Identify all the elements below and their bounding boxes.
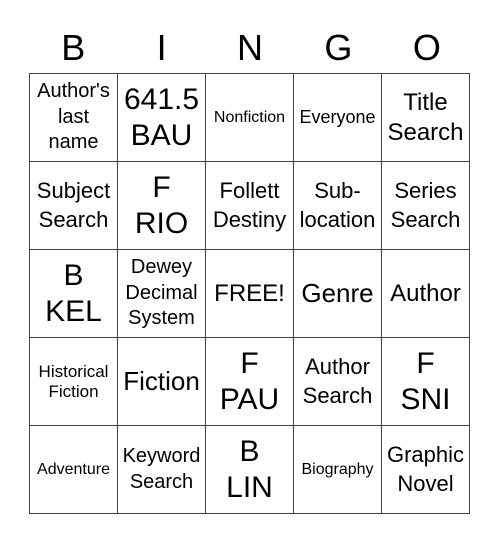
bingo-cell[interactable]: Follett Destiny bbox=[205, 161, 294, 250]
bingo-cell[interactable]: F RIO bbox=[117, 161, 206, 250]
bingo-cell[interactable]: Adventure bbox=[29, 425, 118, 514]
grid-row: Historical Fiction Fiction F PAU Author Sea… bbox=[29, 337, 470, 426]
bingo-cell[interactable]: F SNI bbox=[381, 337, 470, 426]
bingo-cell[interactable]: Fiction bbox=[117, 337, 206, 426]
header-letter-g: G bbox=[324, 27, 353, 68]
bingo-cell[interactable]: Sub- location bbox=[293, 161, 382, 250]
header-letter-i: I bbox=[156, 27, 167, 68]
grid-row: B KEL Dewey Decimal System FREE! Genre Autho… bbox=[29, 249, 470, 338]
bingo-cell[interactable]: Dewey Decimal System bbox=[117, 249, 206, 338]
bingo-cell[interactable]: Historical Fiction bbox=[29, 337, 118, 426]
bingo-grid: Author's last name 641.5 BAU Nonfiction Eve… bbox=[29, 73, 470, 514]
grid-row: Author's last name 641.5 BAU Nonfiction Eve… bbox=[29, 73, 470, 162]
bingo-cell[interactable]: 641.5 BAU bbox=[117, 73, 206, 162]
bingo-cell[interactable]: Author's last name bbox=[29, 73, 118, 162]
grid-row: Adventure Keyword Search B LIN Biography Gra… bbox=[29, 425, 470, 514]
bingo-cell[interactable]: Series Search bbox=[381, 161, 470, 250]
bingo-cell[interactable]: Author Search bbox=[293, 337, 382, 426]
bingo-cell[interactable]: Keyword Search bbox=[117, 425, 206, 514]
bingo-cell[interactable]: Nonfiction bbox=[205, 73, 294, 162]
bingo-cell[interactable]: Graphic Novel bbox=[381, 425, 470, 514]
bingo-cell[interactable]: Genre bbox=[293, 249, 382, 338]
bingo-header: B I N G O bbox=[29, 24, 471, 72]
bingo-cell[interactable]: B LIN bbox=[205, 425, 294, 514]
header-letter-b: B bbox=[61, 27, 86, 68]
bingo-cell[interactable]: Biography bbox=[293, 425, 382, 514]
bingo-cell[interactable]: FREE! bbox=[205, 249, 294, 338]
grid-row: Subject Search F RIO Follett Destiny Sub- l… bbox=[29, 161, 470, 250]
bingo-cell[interactable]: Title Search bbox=[381, 73, 470, 162]
header-letter-o: O bbox=[412, 27, 441, 68]
header-letter-n: N bbox=[237, 27, 264, 68]
bingo-cell[interactable]: B KEL bbox=[29, 249, 118, 338]
bingo-cell[interactable]: F PAU bbox=[205, 337, 294, 426]
bingo-cell[interactable]: Everyone bbox=[293, 73, 382, 162]
bingo-cell[interactable]: Subject Search bbox=[29, 161, 118, 250]
bingo-cell[interactable]: Author bbox=[381, 249, 470, 338]
